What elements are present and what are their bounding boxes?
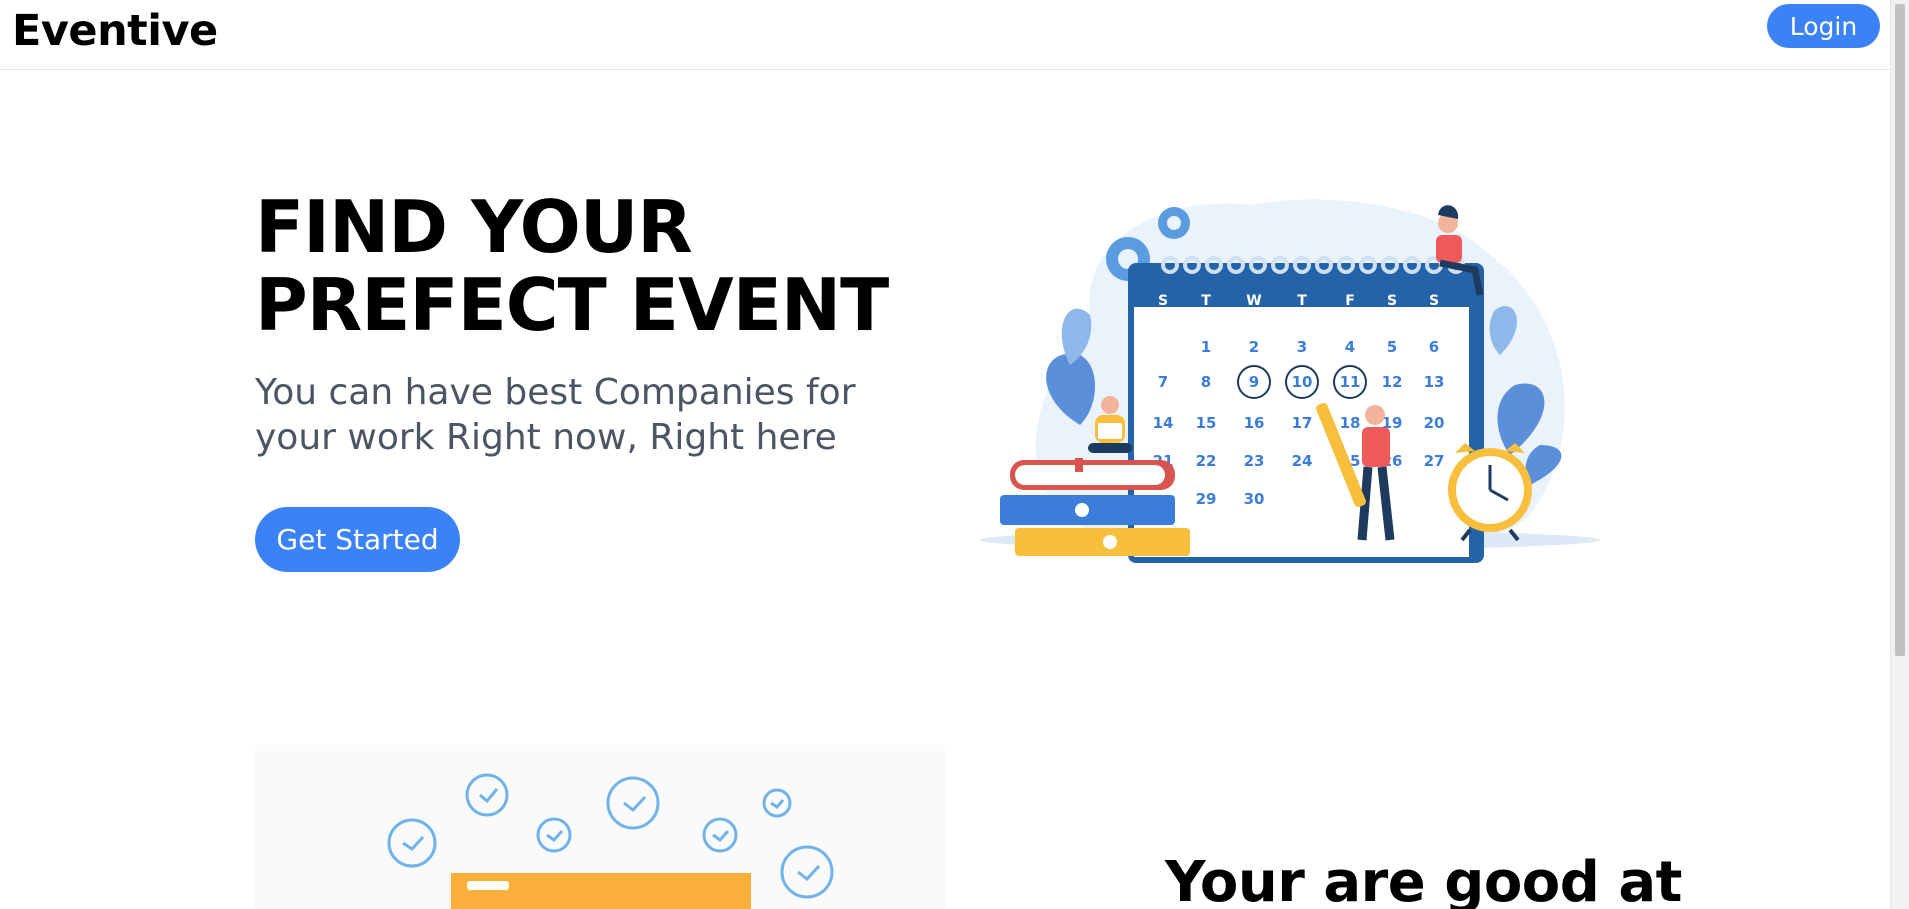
date-label: 11 bbox=[1340, 373, 1361, 391]
weekday-label: W bbox=[1246, 293, 1261, 309]
date-label: 14 bbox=[1153, 414, 1174, 432]
weekday-label: T bbox=[1297, 293, 1307, 309]
date-label: 15 bbox=[1196, 414, 1217, 432]
brand-logo[interactable]: Eventive bbox=[12, 6, 218, 56]
clocks-illustration bbox=[255, 745, 945, 909]
date-label: 4 bbox=[1345, 338, 1355, 356]
section-heading: Your are good at bbox=[1165, 850, 1682, 909]
gear-icon bbox=[1158, 207, 1190, 239]
login-button[interactable]: Login bbox=[1767, 4, 1880, 48]
date-label: 10 bbox=[1292, 373, 1313, 391]
date-label: 20 bbox=[1424, 414, 1445, 432]
date-label: 29 bbox=[1196, 490, 1217, 508]
task-card bbox=[451, 873, 751, 909]
date-label: 8 bbox=[1201, 373, 1211, 391]
date-label: 24 bbox=[1292, 452, 1313, 470]
date-label: 2 bbox=[1249, 338, 1259, 356]
page: Eventive Login FIND YOUR PREFECT EVENT Y… bbox=[0, 0, 1890, 909]
date-label: 18 bbox=[1340, 414, 1361, 432]
date-label: 23 bbox=[1244, 452, 1265, 470]
weekday-label: T bbox=[1201, 293, 1211, 309]
weekday-label: S bbox=[1429, 293, 1439, 309]
hero-title-line-2: PREFECT EVENT bbox=[255, 263, 889, 347]
scrollbar-thumb[interactable] bbox=[1895, 4, 1905, 656]
date-label: 5 bbox=[1387, 338, 1397, 356]
date-label: 17 bbox=[1292, 414, 1313, 432]
date-label: 6 bbox=[1429, 338, 1439, 356]
hero-title: FIND YOUR PREFECT EVENT bbox=[255, 188, 895, 344]
weekday-label: S bbox=[1387, 293, 1397, 309]
vertical-scrollbar[interactable] bbox=[1890, 0, 1909, 909]
date-label: 27 bbox=[1424, 452, 1445, 470]
date-label: 22 bbox=[1196, 452, 1217, 470]
date-label: 1 bbox=[1201, 338, 1211, 356]
date-label: 9 bbox=[1249, 373, 1259, 391]
weekday-label: S bbox=[1158, 293, 1168, 309]
date-label: 7 bbox=[1158, 373, 1168, 391]
date-label: 12 bbox=[1382, 373, 1403, 391]
date-label: 3 bbox=[1297, 338, 1307, 356]
date-label: 30 bbox=[1244, 490, 1265, 508]
hero-subtitle: You can have best Companies for your wor… bbox=[255, 372, 856, 458]
date-label: 16 bbox=[1244, 414, 1265, 432]
books-icon bbox=[1000, 458, 1190, 556]
date-label: 13 bbox=[1424, 373, 1445, 391]
weekday-label: F bbox=[1345, 293, 1355, 309]
get-started-button[interactable]: Get Started bbox=[255, 507, 460, 572]
navbar: Eventive Login bbox=[0, 0, 1890, 70]
calendar-illustration: S T W T F S S 1 2 3 4 5 6 7 8 9 10 11 12 bbox=[980, 199, 1600, 563]
hero-title-line-1: FIND YOUR bbox=[255, 185, 693, 269]
